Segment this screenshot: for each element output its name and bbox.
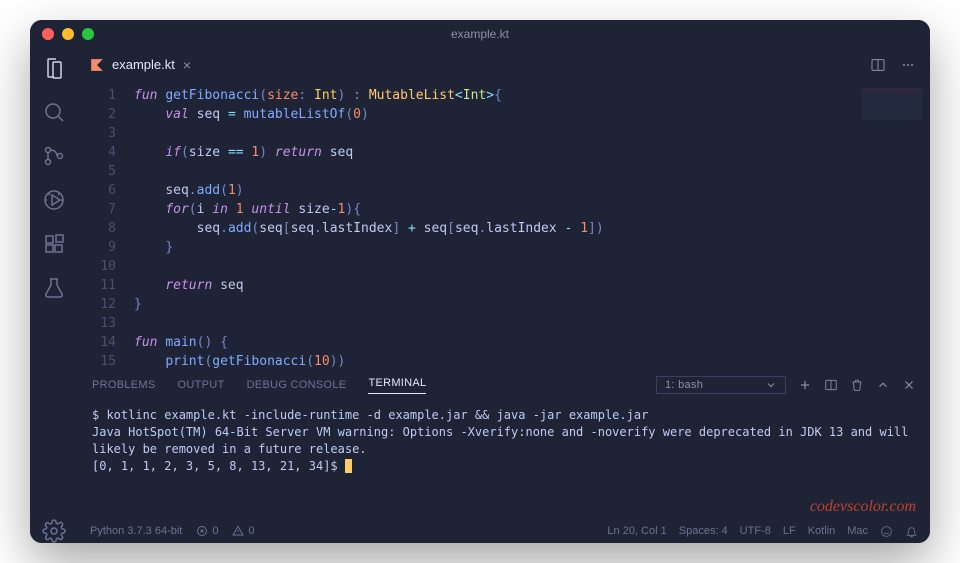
status-bar: Python 3.7.3 64-bit 0 0 Ln 20, Col 1 Spa… <box>78 519 930 543</box>
minimize-window-button[interactable] <box>62 28 74 40</box>
search-icon[interactable] <box>42 100 66 124</box>
extensions-icon[interactable] <box>42 232 66 256</box>
panel-tab-debug[interactable]: DEBUG CONSOLE <box>247 379 347 391</box>
tab-bar: example.kt × <box>78 48 930 82</box>
tab-close-icon[interactable]: × <box>183 57 191 73</box>
status-warnings[interactable]: 0 <box>232 525 254 537</box>
status-errors[interactable]: 0 <box>196 525 218 537</box>
explorer-icon[interactable] <box>42 56 66 80</box>
status-os[interactable]: Mac <box>847 525 868 537</box>
status-lncol[interactable]: Ln 20, Col 1 <box>607 525 666 537</box>
panel-tab-problems[interactable]: PROBLEMS <box>92 379 156 391</box>
minimap[interactable] <box>862 88 922 168</box>
status-encoding[interactable]: UTF-8 <box>740 525 771 537</box>
debug-icon[interactable] <box>42 188 66 212</box>
terminal-shell-label: 1: bash <box>665 379 703 391</box>
activity-bar <box>30 48 78 543</box>
terminal-shell-select[interactable]: 1: bash <box>656 376 786 394</box>
tab-example-kt[interactable]: example.kt × <box>78 48 203 82</box>
close-window-button[interactable] <box>42 28 54 40</box>
status-eol[interactable]: LF <box>783 525 796 537</box>
code-content[interactable]: fun getFibonacci(size: Int) : MutableLis… <box>134 82 930 369</box>
tab-label: example.kt <box>112 57 175 72</box>
maximize-window-button[interactable] <box>82 28 94 40</box>
window-title: example.kt <box>451 27 509 41</box>
status-spaces[interactable]: Spaces: 4 <box>679 525 728 537</box>
panel-tab-output[interactable]: OUTPUT <box>178 379 225 391</box>
status-bell-icon[interactable] <box>905 525 918 538</box>
status-feedback-icon[interactable] <box>880 525 893 538</box>
status-language[interactable]: Kotlin <box>808 525 836 537</box>
more-actions-icon[interactable] <box>900 57 916 73</box>
line-numbers: 12345678910111213141516 <box>78 82 134 369</box>
new-terminal-icon[interactable] <box>798 378 812 392</box>
code-editor[interactable]: 12345678910111213141516 fun getFibonacci… <box>78 82 930 369</box>
panel-tab-terminal[interactable]: TERMINAL <box>368 377 426 394</box>
split-editor-icon[interactable] <box>870 57 886 73</box>
source-control-icon[interactable] <box>42 144 66 168</box>
maximize-panel-icon[interactable] <box>876 378 890 392</box>
kill-terminal-icon[interactable] <box>850 378 864 392</box>
bottom-panel: PROBLEMS OUTPUT DEBUG CONSOLE TERMINAL 1… <box>78 369 930 519</box>
watermark: codevscolor.com <box>810 498 916 515</box>
close-panel-icon[interactable] <box>902 378 916 392</box>
kotlin-file-icon <box>90 58 104 72</box>
editor-window: example.kt <box>30 20 930 543</box>
terminal[interactable]: $ kotlinc example.kt -include-runtime -d… <box>78 401 930 519</box>
terminal-cursor <box>345 459 352 473</box>
chevron-down-icon <box>765 379 777 391</box>
split-terminal-icon[interactable] <box>824 378 838 392</box>
titlebar: example.kt <box>30 20 930 48</box>
testing-icon[interactable] <box>42 276 66 300</box>
status-python[interactable]: Python 3.7.3 64-bit <box>90 525 182 537</box>
settings-gear-icon[interactable] <box>42 519 66 543</box>
